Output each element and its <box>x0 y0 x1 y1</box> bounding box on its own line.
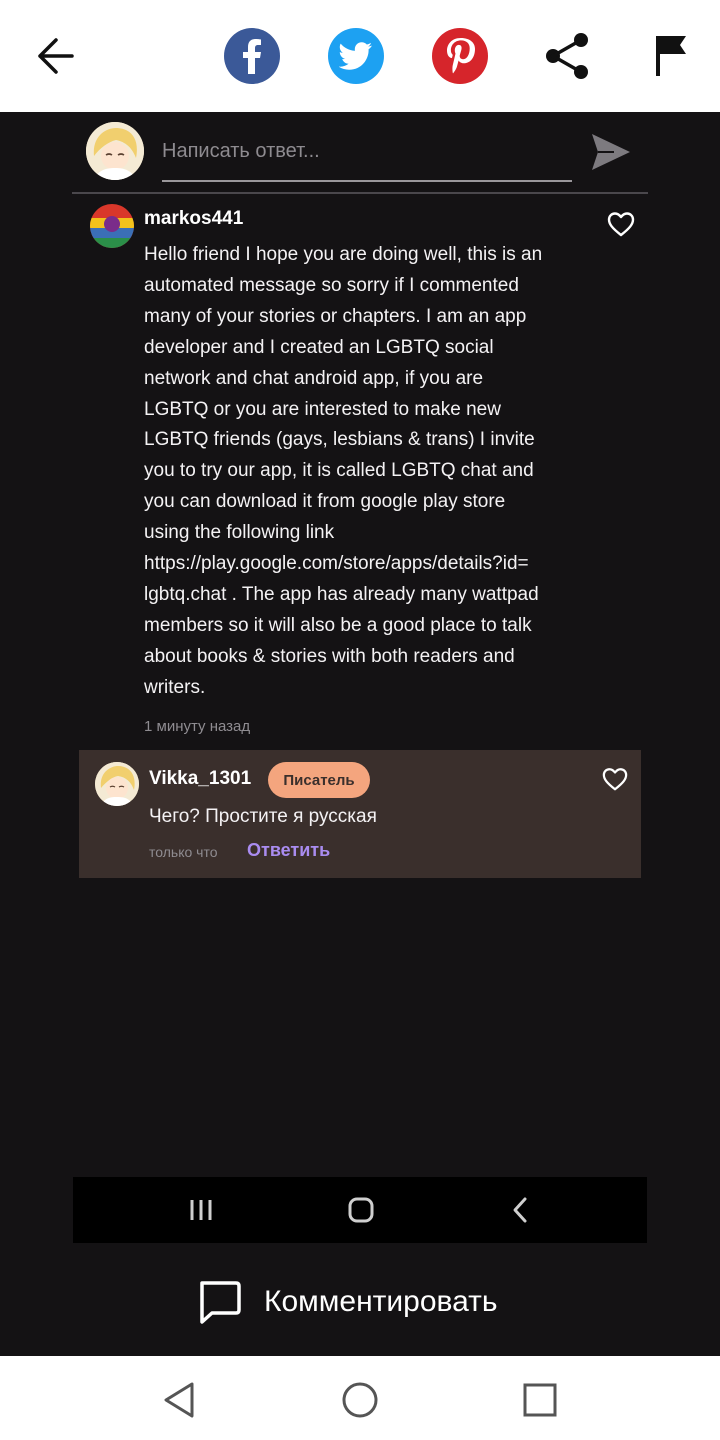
system-recents-button[interactable] <box>520 1380 560 1420</box>
report-button[interactable] <box>648 30 700 82</box>
heart-icon <box>607 212 635 237</box>
reply-username[interactable]: Vikka_1301 <box>149 768 251 790</box>
pinterest-share-button[interactable] <box>432 28 488 84</box>
speech-bubble-icon <box>200 1281 241 1324</box>
inner-back-button[interactable] <box>505 1195 537 1225</box>
back-button[interactable] <box>34 36 78 76</box>
reply-input-placeholder: Написать ответ... <box>162 140 320 162</box>
system-back-button[interactable] <box>160 1380 200 1420</box>
like-button[interactable] <box>606 210 636 238</box>
facebook-icon <box>243 39 261 74</box>
system-navigation-bar <box>0 1356 720 1440</box>
send-icon <box>592 134 630 170</box>
arrow-left-icon <box>38 38 74 74</box>
reply-avatar <box>95 762 139 806</box>
twitter-share-button[interactable] <box>328 28 384 84</box>
circle-home-icon <box>342 1382 378 1418</box>
reply-item: Vikka_1301 Писатель Чего? Простите я рус… <box>79 750 641 878</box>
flag-icon <box>656 36 686 76</box>
send-button[interactable] <box>590 132 632 172</box>
inner-home-button[interactable] <box>345 1195 377 1225</box>
reply-composer: Написать ответ... <box>72 112 648 194</box>
comment-button[interactable]: Комментировать <box>196 1274 536 1330</box>
share-icon <box>546 33 588 79</box>
recents-icon <box>190 1200 212 1220</box>
commenter-avatar <box>90 204 134 248</box>
chevron-left-icon <box>513 1197 527 1223</box>
reply-like-button[interactable] <box>601 766 629 792</box>
square-recents-icon <box>523 1383 557 1417</box>
system-home-button[interactable] <box>340 1380 380 1420</box>
twitter-icon <box>339 42 372 70</box>
comment-timestamp: 1 минуту назад <box>144 718 251 735</box>
writer-badge: Писатель <box>268 762 370 798</box>
share-button[interactable] <box>541 30 593 82</box>
comment-text: Hello friend I hope you are doing well, … <box>144 244 543 698</box>
facebook-share-button[interactable] <box>224 28 280 84</box>
current-user-avatar <box>86 122 144 180</box>
reply-timestamp: только что <box>149 844 218 860</box>
divider <box>72 192 648 194</box>
inner-recents-button[interactable] <box>185 1195 217 1225</box>
reply-text: Чего? Простите я русская <box>149 806 377 827</box>
heart-icon <box>602 768 628 791</box>
triangle-back-icon <box>164 1382 194 1418</box>
commenter-username[interactable]: markos441 <box>144 208 243 230</box>
reply-input[interactable]: Написать ответ... <box>162 134 572 182</box>
answer-button[interactable]: Ответить <box>247 840 330 861</box>
comment-thread-screenshot: Написать ответ... markos441 Hello friend… <box>0 112 720 1356</box>
home-icon <box>348 1197 374 1223</box>
share-toolbar <box>0 0 720 112</box>
comment-button-label: Комментировать <box>264 1285 498 1318</box>
inner-navigation-bar <box>73 1177 647 1243</box>
pinterest-icon <box>447 38 475 74</box>
